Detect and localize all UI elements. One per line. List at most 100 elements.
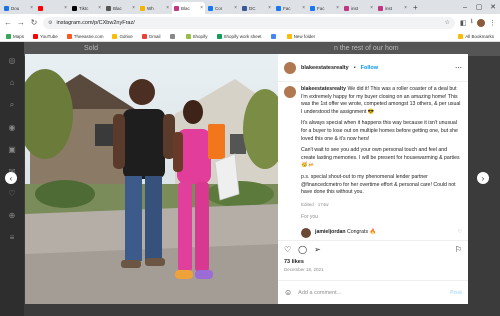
author-username[interactable]: blakeestatesrealty — [301, 65, 349, 71]
all-bookmarks-label: All Bookmarks — [465, 33, 494, 39]
author-avatar[interactable] — [284, 61, 296, 74]
tab-close-icon[interactable]: × — [234, 5, 237, 11]
browser-tab[interactable]: Tiktc × — [70, 2, 103, 14]
url-field[interactable]: ⚙ instagram.com/p/CXbw2nyFraz/ ☆ — [43, 16, 455, 29]
follow-button[interactable]: Follow — [361, 65, 378, 71]
home-icon[interactable]: ⌂ — [10, 78, 15, 87]
like-icon[interactable]: ♡ — [284, 245, 291, 254]
maximize-button[interactable]: ▢ — [472, 0, 486, 14]
tab-favicon — [38, 5, 43, 11]
bookmark-item[interactable]: Shopify — [185, 33, 208, 39]
browser-tab[interactable]: × — [36, 2, 69, 14]
save-icon[interactable]: ⚐ — [455, 245, 462, 254]
bookmark-label: Shopify — [192, 33, 208, 39]
bookmark-label: Theeasne.com — [73, 33, 104, 39]
notifications-icon[interactable]: ♡ — [8, 189, 15, 198]
caption: blakeestatesrealty We did it! This was a… — [301, 86, 462, 238]
commenter-avatar[interactable] — [301, 227, 311, 238]
all-bookmarks[interactable]: All Bookmarks — [458, 33, 494, 39]
caption-avatar[interactable] — [284, 86, 296, 98]
bookmark-item[interactable]: Gmail — [141, 33, 161, 39]
bookmark-label: Maps — [13, 33, 25, 39]
edited-timestamp: Edited · 174w — [301, 201, 329, 207]
browser-tab[interactable]: DC × — [240, 2, 273, 14]
bookmark-label: New folder — [293, 33, 316, 39]
bookmark-icon — [33, 33, 39, 39]
tab-label: Blac — [113, 5, 122, 11]
browser-tab[interactable]: Blac × — [172, 2, 205, 14]
previous-post-button[interactable]: ‹ — [5, 172, 17, 184]
more-icon[interactable]: ≡ — [10, 233, 15, 242]
comment-icon[interactable]: ◯ — [298, 245, 307, 254]
tab-favicon — [106, 5, 111, 11]
bookmark-item[interactable]: Theeasne.com — [66, 33, 104, 39]
forward-button[interactable]: → — [17, 18, 25, 27]
download-icon[interactable]: ⭳ — [471, 17, 473, 28]
menu-icon[interactable]: ⋮ — [489, 19, 496, 27]
bookmark-item[interactable]: Shopify work sheet — [216, 33, 262, 39]
reload-button[interactable]: ↻ — [30, 18, 38, 27]
star-icon[interactable]: ☆ — [445, 19, 450, 26]
commenter-username[interactable]: jamieljordan — [315, 229, 346, 235]
tab-label: inst — [351, 5, 359, 11]
tab-favicon — [276, 5, 281, 11]
browser-tab[interactable]: inst × — [342, 2, 375, 14]
tab-close-icon[interactable]: × — [200, 5, 203, 11]
browser-tab[interactable]: Wh × — [138, 2, 171, 14]
site-info-icon[interactable]: ⚙ — [48, 20, 52, 26]
extension-icon[interactable]: ◧ — [460, 19, 467, 27]
bookmark-icon — [185, 33, 191, 39]
tab-label: Wh — [147, 5, 154, 11]
caption-username[interactable]: blakeestatesrealty — [301, 86, 346, 92]
post-photo — [25, 54, 278, 304]
search-icon[interactable]: ⌕ — [10, 100, 14, 110]
post-comment-button[interactable]: Post — [450, 290, 462, 296]
next-post-button[interactable]: › — [477, 172, 489, 184]
comment-text: Congrats 🔥 — [347, 229, 376, 236]
profile-avatar[interactable] — [477, 18, 485, 27]
bookmark-item[interactable]: YouTube — [33, 33, 58, 39]
new-tab-button[interactable]: + — [413, 2, 418, 14]
create-icon[interactable]: ⊕ — [9, 211, 16, 220]
explore-icon[interactable]: ◉ — [9, 123, 16, 132]
minimize-button[interactable]: – — [458, 0, 472, 14]
bookmark-item[interactable]: Gdrive — [112, 33, 133, 39]
tab-list: Dou × × Tiktc × Blac × Wh × Blac × Cor × DC × Fac × Fac × i… — [2, 2, 410, 14]
tab-close-icon[interactable]: × — [336, 5, 339, 11]
bookmark-label: Shopify work sheet — [223, 33, 262, 39]
tab-close-icon[interactable]: × — [132, 5, 135, 11]
tab-close-icon[interactable]: × — [64, 5, 67, 11]
comment-input[interactable]: Add a comment... — [298, 290, 341, 296]
tab-close-icon[interactable]: × — [268, 5, 271, 11]
tab-label: inst — [385, 5, 393, 11]
instagram-logo-icon[interactable]: ◎ — [9, 56, 16, 65]
tab-close-icon[interactable]: × — [166, 5, 169, 11]
tab-favicon — [174, 5, 179, 11]
browser-tab[interactable]: inst × — [376, 2, 409, 14]
bookmark-item[interactable] — [169, 33, 177, 39]
comment-like-icon[interactable]: ♡ — [458, 229, 462, 237]
tab-close-icon[interactable]: × — [30, 5, 33, 11]
browser-tab[interactable]: Dou × — [2, 2, 35, 14]
for-you-label: For you — [301, 214, 318, 221]
back-button[interactable]: ← — [4, 18, 12, 27]
tab-close-icon[interactable]: × — [370, 5, 373, 11]
tab-close-icon[interactable]: × — [98, 5, 101, 11]
tab-favicon — [310, 5, 315, 11]
browser-tab[interactable]: Cor × — [206, 2, 239, 14]
likes-count[interactable]: 73 likes — [284, 259, 304, 265]
emoji-icon[interactable]: ☺ — [284, 288, 292, 297]
tab-close-icon[interactable]: × — [404, 5, 407, 11]
share-icon[interactable]: ➢ — [314, 245, 321, 254]
more-options-icon[interactable]: ⋯ — [455, 64, 462, 72]
reels-icon[interactable]: ▣ — [8, 145, 16, 154]
bookmark-item[interactable] — [270, 33, 278, 39]
tab-close-icon[interactable]: × — [302, 5, 305, 11]
browser-tab[interactable]: Blac × — [104, 2, 137, 14]
close-window-button[interactable]: ✕ — [486, 0, 500, 14]
bookmark-icon — [66, 33, 72, 39]
browser-tab[interactable]: Fac × — [308, 2, 341, 14]
browser-tab[interactable]: Fac × — [274, 2, 307, 14]
bookmark-item[interactable]: Maps — [6, 33, 25, 39]
bookmark-item[interactable]: New folder — [286, 33, 316, 39]
